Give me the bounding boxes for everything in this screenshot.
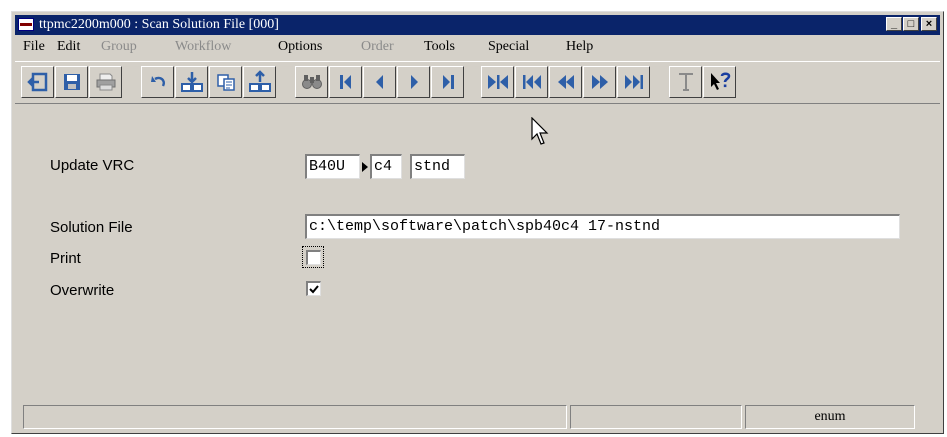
minimize-button[interactable]: _	[886, 17, 902, 31]
vrc-separator-icon	[362, 162, 368, 172]
copy-button[interactable]	[209, 66, 242, 98]
overwrite-label: Overwrite	[50, 282, 115, 299]
last-record-button[interactable]	[431, 66, 464, 98]
find-button[interactable]	[295, 66, 328, 98]
status-panel-info	[570, 405, 742, 429]
context-help-button[interactable]	[703, 66, 736, 98]
toolbar	[15, 61, 940, 104]
maximize-button[interactable]: □	[903, 17, 919, 31]
next-record-button[interactable]	[397, 66, 430, 98]
copy-icon	[216, 74, 235, 91]
menu-file[interactable]: File	[23, 39, 45, 55]
insert-record-icon	[180, 72, 203, 92]
first-set-icon	[487, 75, 508, 89]
last-set-icon	[624, 75, 643, 89]
mouse-cursor-icon	[531, 117, 549, 145]
title-bar[interactable]: ttpmc2200m000 : Scan Solution File [000]…	[15, 15, 940, 35]
menu-edit[interactable]: Edit	[57, 39, 80, 55]
menu-help[interactable]: Help	[566, 39, 593, 55]
update-vrc-label: Update VRC	[50, 157, 135, 174]
rewind-button[interactable]	[549, 66, 582, 98]
menu-workflow[interactable]: Workflow	[175, 39, 231, 55]
menu-group[interactable]: Group	[101, 39, 137, 55]
print-button[interactable]	[89, 66, 122, 98]
text-icon	[678, 73, 693, 91]
first-set-button[interactable]	[481, 66, 514, 98]
first-record-button[interactable]	[329, 66, 362, 98]
last-set-button[interactable]	[617, 66, 650, 98]
print-label: Print	[50, 250, 81, 267]
save-icon	[63, 74, 80, 90]
app-icon[interactable]	[18, 18, 34, 31]
solution-file-field[interactable]: c:\temp\software\patch\spb40c4 17-nstnd	[305, 214, 900, 239]
close-button[interactable]: ×	[921, 17, 937, 31]
solution-file-label: Solution File	[50, 219, 133, 236]
menu-options[interactable]: Options	[278, 39, 322, 55]
vrc-version-field[interactable]: B40U	[305, 154, 360, 179]
checkmark-icon	[309, 285, 319, 294]
app-window: ttpmc2200m000 : Scan Solution File [000]…	[11, 11, 944, 434]
previous-record-button[interactable]	[363, 66, 396, 98]
forward-button[interactable]	[583, 66, 616, 98]
menu-order[interactable]: Order	[361, 39, 394, 55]
status-panel-message	[23, 405, 567, 429]
duplicate-record-button[interactable]	[243, 66, 276, 98]
menu-special[interactable]: Special	[488, 39, 529, 55]
last-record-icon	[442, 75, 454, 89]
menu-tools[interactable]: Tools	[424, 39, 455, 55]
status-panel-type: enum	[745, 405, 915, 429]
insert-record-button[interactable]	[175, 66, 208, 98]
first-record-icon	[339, 75, 351, 89]
status-bar: enum	[15, 405, 940, 431]
menu-bar: File Edit Group Workflow Options Order T…	[15, 37, 940, 59]
vrc-customization-field[interactable]: stnd	[410, 154, 465, 179]
save-button[interactable]	[55, 66, 88, 98]
previous-set-button[interactable]	[515, 66, 548, 98]
rewind-icon	[557, 75, 574, 89]
forward-icon	[591, 75, 608, 89]
exit-icon	[26, 72, 47, 92]
previous-record-icon	[375, 75, 383, 89]
vrc-release-field[interactable]: c4	[370, 154, 402, 179]
undo-button[interactable]	[141, 66, 174, 98]
context-help-icon	[710, 72, 730, 90]
find-icon	[301, 75, 322, 89]
window-title: ttpmc2200m000 : Scan Solution File [000]	[39, 17, 279, 32]
duplicate-record-icon	[248, 70, 271, 92]
text-button[interactable]	[669, 66, 702, 98]
print-icon	[96, 73, 115, 91]
next-record-icon	[410, 75, 418, 89]
undo-icon	[150, 76, 165, 87]
exit-button[interactable]	[21, 66, 54, 98]
overwrite-checkbox[interactable]	[306, 281, 321, 296]
form-area: Update VRC B40U c4 stnd Solution File c:…	[15, 108, 940, 403]
print-checkbox[interactable]	[306, 250, 321, 265]
previous-set-icon	[522, 75, 541, 89]
